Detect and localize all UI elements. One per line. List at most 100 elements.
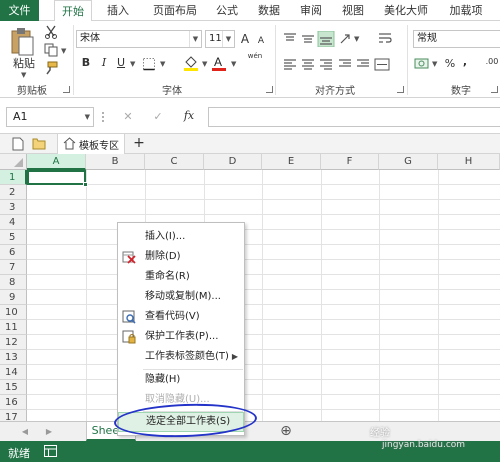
fill-color-icon[interactable]	[183, 54, 199, 72]
paste-dropdown-icon[interactable]: ▼	[21, 71, 26, 79]
row-header[interactable]: 12	[0, 335, 27, 350]
tab-data[interactable]: 数据	[252, 0, 286, 21]
currency-dropdown-icon[interactable]: ▼	[432, 60, 437, 68]
menu-item-view-code[interactable]: 查看代码(V)	[118, 307, 244, 327]
tab-file[interactable]: 文件	[0, 0, 39, 21]
copy-icon[interactable]	[44, 43, 58, 57]
select-all-corner[interactable]	[0, 154, 27, 170]
chevron-down-icon[interactable]: ▼	[222, 31, 234, 47]
grow-font-button[interactable]: A	[239, 31, 251, 47]
alignment-launcher-icon[interactable]	[397, 86, 404, 93]
next-sheet-button[interactable]: ▶	[44, 424, 54, 440]
chevron-down-icon[interactable]: ▼	[85, 108, 90, 126]
macro-record-icon[interactable]	[44, 445, 57, 457]
insert-function-button[interactable]: fx	[181, 108, 197, 124]
row-header[interactable]: 7	[0, 260, 27, 275]
cut-icon[interactable]	[44, 25, 58, 39]
font-color-icon[interactable]: A	[211, 54, 227, 72]
underline-dropdown-icon[interactable]: ▼	[130, 60, 135, 68]
name-box[interactable]: A1 ▼	[6, 107, 94, 127]
column-header[interactable]: E	[262, 154, 321, 170]
currency-icon[interactable]	[414, 56, 430, 72]
row-header[interactable]: 6	[0, 245, 27, 260]
column-header[interactable]: G	[379, 154, 438, 170]
menu-item-delete[interactable]: 删除(D)	[118, 247, 244, 267]
menu-item-rename[interactable]: 重命名(R)	[118, 267, 244, 287]
add-workbook-tab-button[interactable]: +	[132, 135, 146, 151]
increase-decimal-button[interactable]: .00	[482, 57, 500, 67]
chevron-down-icon[interactable]: ▼	[189, 31, 201, 47]
copy-dropdown-icon[interactable]: ▼	[61, 47, 66, 55]
number-format-combo[interactable]: 常规	[413, 30, 500, 48]
tab-home[interactable]: 开始	[54, 0, 92, 22]
orientation-dropdown-icon[interactable]: ▼	[354, 35, 359, 43]
font-color-dropdown-icon[interactable]: ▼	[231, 60, 236, 68]
cancel-entry-button[interactable]: ✕	[121, 109, 135, 125]
border-icon[interactable]	[142, 57, 156, 71]
row-header[interactable]: 16	[0, 395, 27, 410]
open-folder-icon[interactable]	[32, 137, 46, 150]
percent-button[interactable]: %	[444, 56, 456, 72]
menu-item-protect-sheet[interactable]: 保护工作表(P)...	[118, 327, 244, 347]
row-header[interactable]: 8	[0, 275, 27, 290]
row-header[interactable]: 11	[0, 320, 27, 335]
row-header[interactable]: 2	[0, 185, 27, 200]
column-header[interactable]: B	[86, 154, 145, 170]
underline-button[interactable]: U	[115, 55, 127, 71]
group-divider	[407, 25, 408, 95]
paste-label[interactable]: 粘贴	[11, 56, 37, 72]
fill-handle[interactable]	[83, 182, 88, 187]
phonetic-button[interactable]: wén	[246, 52, 264, 60]
row-header[interactable]: 10	[0, 305, 27, 320]
confirm-entry-button[interactable]: ✓	[151, 109, 165, 125]
prev-sheet-button[interactable]: ◀	[20, 424, 30, 440]
row-header[interactable]: 14	[0, 365, 27, 380]
row-header[interactable]: 9	[0, 290, 27, 305]
column-header[interactable]: C	[145, 154, 204, 170]
bold-button[interactable]: B	[80, 55, 92, 71]
italic-button[interactable]: I	[98, 55, 110, 71]
font-launcher-icon[interactable]	[266, 86, 273, 93]
shrink-font-button[interactable]: A	[255, 33, 267, 49]
font-size-combo[interactable]: 11 ▼	[205, 30, 235, 48]
row-header[interactable]: 4	[0, 215, 27, 230]
column-header[interactable]: H	[438, 154, 500, 170]
row-header[interactable]: 5	[0, 230, 27, 245]
font-name-combo[interactable]: 宋体 ▼	[76, 30, 202, 48]
tab-formulas[interactable]: 公式	[210, 0, 244, 21]
column-header[interactable]: F	[321, 154, 379, 170]
border-dropdown-icon[interactable]: ▼	[160, 60, 165, 68]
paste-icon[interactable]	[8, 27, 38, 59]
format-painter-icon[interactable]	[44, 61, 58, 75]
tab-review[interactable]: 审阅	[294, 0, 328, 21]
row-header[interactable]: 15	[0, 380, 27, 395]
menu-item-hide[interactable]: 隐藏(H)	[118, 370, 244, 390]
tab-page-layout[interactable]: 页面布局	[145, 0, 205, 21]
comma-style-button[interactable]: ,	[460, 54, 470, 70]
row-header[interactable]: 3	[0, 200, 27, 215]
wrap-text-icon[interactable]	[378, 31, 392, 45]
tab-beautify-master[interactable]: 美化大师	[377, 0, 435, 21]
clipboard-launcher-icon[interactable]	[63, 86, 70, 93]
active-cell[interactable]	[27, 170, 86, 185]
number-launcher-icon[interactable]	[491, 86, 498, 93]
tab-insert[interactable]: 插入	[100, 0, 136, 21]
column-header[interactable]: A	[27, 154, 86, 170]
row-header[interactable]: 1	[0, 170, 27, 185]
template-zone-tab[interactable]: 模板专区	[57, 134, 125, 154]
resize-handle-icon[interactable]	[101, 109, 105, 125]
formula-input[interactable]	[208, 107, 500, 127]
add-sheet-button[interactable]: ⊕	[278, 423, 294, 439]
row-header[interactable]: 17	[0, 410, 27, 421]
menu-item-tab-color[interactable]: 工作表标签颜色(T) ▶	[118, 347, 244, 367]
tab-addins[interactable]: 加载项	[443, 0, 489, 21]
row-header[interactable]: 13	[0, 350, 27, 365]
tab-view[interactable]: 视图	[336, 0, 370, 21]
menu-item-insert[interactable]: 插入(I)...	[118, 227, 244, 247]
menu-item-label: 隐藏(H)	[145, 374, 181, 385]
fill-color-dropdown-icon[interactable]: ▼	[202, 60, 207, 68]
menu-item-move-copy[interactable]: 移动或复制(M)...	[118, 287, 244, 307]
new-document-icon[interactable]	[12, 137, 24, 151]
column-header[interactable]: D	[204, 154, 262, 170]
worksheet-grid[interactable]: A B C D E F G H 1 2 3 4 5 6 7 8 9 10 11 …	[0, 154, 500, 421]
